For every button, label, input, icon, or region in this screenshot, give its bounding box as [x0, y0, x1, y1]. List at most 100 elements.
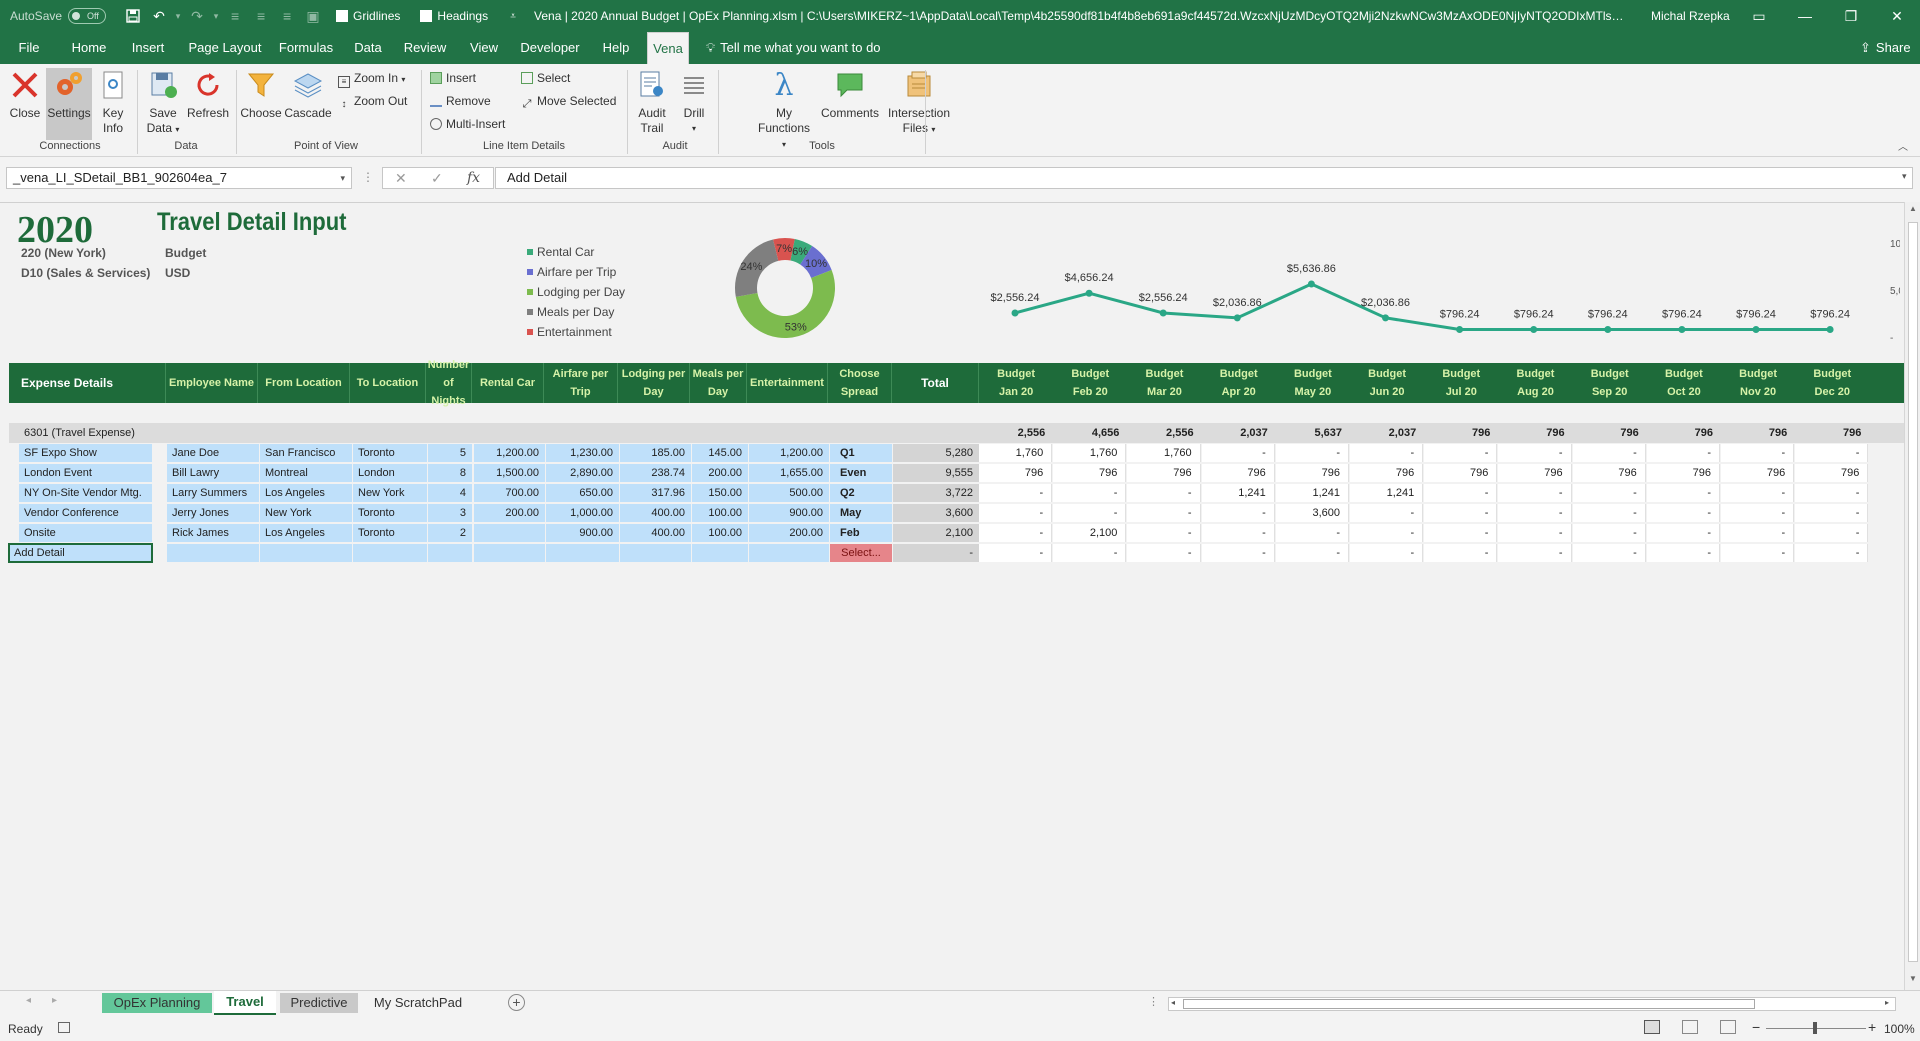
undo-icon[interactable]: ↶	[146, 2, 172, 30]
month-value-cell[interactable]: -	[979, 484, 1053, 502]
month-value-cell[interactable]: -	[1127, 524, 1201, 542]
month-value-cell[interactable]: -	[1127, 544, 1201, 562]
airfare-input[interactable]: 2,890.00	[546, 464, 619, 482]
month-value-cell[interactable]: 2,100	[1053, 524, 1127, 542]
lodging-input[interactable]: 317.96	[620, 484, 691, 502]
to-location-input[interactable]	[353, 544, 427, 562]
month-value-cell[interactable]: 796	[1424, 464, 1498, 482]
sheet-tab-predictive[interactable]: Predictive	[280, 993, 358, 1013]
splitter-handle-icon[interactable]: ⋮	[1148, 995, 1159, 1008]
lodging-input[interactable]: 185.00	[620, 444, 691, 462]
meals-input[interactable]: 100.00	[692, 504, 748, 522]
tab-home[interactable]: Home	[66, 32, 112, 64]
vertical-scrollbar[interactable]: ▲ ▼	[1904, 202, 1920, 990]
add-sheet-icon[interactable]: +	[508, 994, 525, 1011]
month-value-cell[interactable]: -	[1498, 444, 1572, 462]
tab-scroll-right-icon[interactable]: ▸	[52, 995, 57, 1006]
expense-detail-input[interactable]: London Event	[19, 464, 152, 482]
to-location-input[interactable]: Toronto	[353, 524, 427, 542]
share-button[interactable]: ⇪ Share	[1860, 32, 1911, 64]
sheet-tab-travel[interactable]: Travel	[214, 991, 276, 1015]
close-button[interactable]: Close	[6, 68, 44, 121]
checkbox-box[interactable]	[336, 10, 349, 22]
airfare-input[interactable]: 1,000.00	[546, 504, 619, 522]
to-location-input[interactable]: Toronto	[353, 504, 427, 522]
ribbon-display-icon[interactable]: ▭	[1736, 0, 1782, 32]
scroll-thumb[interactable]	[1183, 999, 1755, 1009]
tab-review[interactable]: Review	[400, 32, 450, 64]
employee-name-input[interactable]: Jane Doe	[167, 444, 259, 462]
employee-name-input[interactable]: Bill Lawry	[167, 464, 259, 482]
month-value-cell[interactable]: -	[1127, 504, 1201, 522]
spread-select[interactable]: Select...	[830, 544, 892, 562]
month-value-cell[interactable]: 796	[979, 464, 1053, 482]
headings-checkbox[interactable]: Headings	[420, 9, 488, 23]
airfare-input[interactable]: 650.00	[546, 484, 619, 502]
nights-input[interactable]: 3	[428, 504, 472, 522]
month-value-cell[interactable]: -	[1721, 504, 1795, 522]
month-value-cell[interactable]: 3,600	[1275, 504, 1349, 522]
zoom-out-icon[interactable]: −	[1752, 1019, 1760, 1035]
lodging-input[interactable]: 400.00	[620, 524, 691, 542]
entertainment-input[interactable]: 1,655.00	[749, 464, 829, 482]
month-value-cell[interactable]: -	[1201, 504, 1275, 522]
page-break-view-icon[interactable]	[1720, 1020, 1736, 1034]
rental-car-input[interactable]	[474, 544, 545, 562]
tell-me-search[interactable]: 💡︎ Tell me what you want to do	[706, 32, 881, 64]
month-value-cell[interactable]: -	[1201, 544, 1275, 562]
month-value-cell[interactable]: 796	[1646, 464, 1720, 482]
meals-input[interactable]	[692, 544, 748, 562]
entertainment-input[interactable]: 1,200.00	[749, 444, 829, 462]
autosave-toggle[interactable]: Off	[68, 8, 107, 24]
align-left-icon[interactable]: ≡	[222, 2, 248, 30]
restore-icon[interactable]: ❐	[1828, 0, 1874, 32]
meals-input[interactable]: 145.00	[692, 444, 748, 462]
month-value-cell[interactable]: -	[1424, 544, 1498, 562]
chevron-down-icon[interactable]: ▾	[340, 168, 345, 188]
from-location-input[interactable]: San Francisco	[260, 444, 352, 462]
month-value-cell[interactable]: -	[1424, 484, 1498, 502]
month-value-cell[interactable]: -	[1572, 504, 1646, 522]
month-value-cell[interactable]: -	[1721, 544, 1795, 562]
from-location-input[interactable]: Los Angeles	[260, 484, 352, 502]
expense-detail-input[interactable]: Add Detail	[8, 543, 153, 563]
remove-line-button[interactable]: Remove	[430, 91, 491, 111]
month-value-cell[interactable]: -	[1498, 504, 1572, 522]
save-icon[interactable]	[120, 2, 146, 30]
meals-input[interactable]: 100.00	[692, 524, 748, 542]
airfare-input[interactable]	[546, 544, 619, 562]
scroll-down-icon[interactable]: ▼	[1909, 974, 1917, 983]
rental-car-input[interactable]: 700.00	[474, 484, 545, 502]
user-name[interactable]: Michal Rzepka	[1651, 0, 1730, 32]
rental-car-input[interactable]	[474, 524, 545, 542]
scroll-thumb[interactable]	[1908, 222, 1918, 962]
rental-car-input[interactable]: 1,200.00	[474, 444, 545, 462]
month-value-cell[interactable]: -	[1053, 484, 1127, 502]
month-value-cell[interactable]: -	[1646, 524, 1720, 542]
spread-select[interactable]: May	[830, 504, 892, 522]
nights-input[interactable]	[428, 544, 472, 562]
entertainment-input[interactable]: 500.00	[749, 484, 829, 502]
month-value-cell[interactable]: 796	[1721, 464, 1795, 482]
month-value-cell[interactable]: -	[1498, 524, 1572, 542]
month-value-cell[interactable]: -	[979, 544, 1053, 562]
spread-select[interactable]: Feb	[830, 524, 892, 542]
refresh-button[interactable]: Refresh	[186, 68, 230, 121]
month-value-cell[interactable]: -	[1275, 524, 1349, 542]
chevron-down-icon[interactable]: ▾	[210, 2, 222, 30]
rental-car-input[interactable]: 1,500.00	[474, 464, 545, 482]
tab-page-layout[interactable]: Page Layout	[184, 32, 266, 64]
month-value-cell[interactable]: -	[1721, 444, 1795, 462]
month-value-cell[interactable]: -	[1424, 444, 1498, 462]
zoom-out-button[interactable]: ↕ Zoom Out	[338, 91, 408, 111]
employee-name-input[interactable]: Larry Summers	[167, 484, 259, 502]
month-value-cell[interactable]: -	[1795, 504, 1869, 522]
lodging-input[interactable]	[620, 544, 691, 562]
zoom-slider[interactable]	[1766, 1022, 1866, 1034]
customize-toolbar-icon[interactable]: ⩡	[500, 2, 526, 30]
month-value-cell[interactable]: -	[1350, 444, 1424, 462]
to-location-input[interactable]: New York	[353, 484, 427, 502]
rental-car-input[interactable]: 200.00	[474, 504, 545, 522]
month-value-cell[interactable]: 796	[1498, 464, 1572, 482]
month-value-cell[interactable]: -	[1350, 544, 1424, 562]
